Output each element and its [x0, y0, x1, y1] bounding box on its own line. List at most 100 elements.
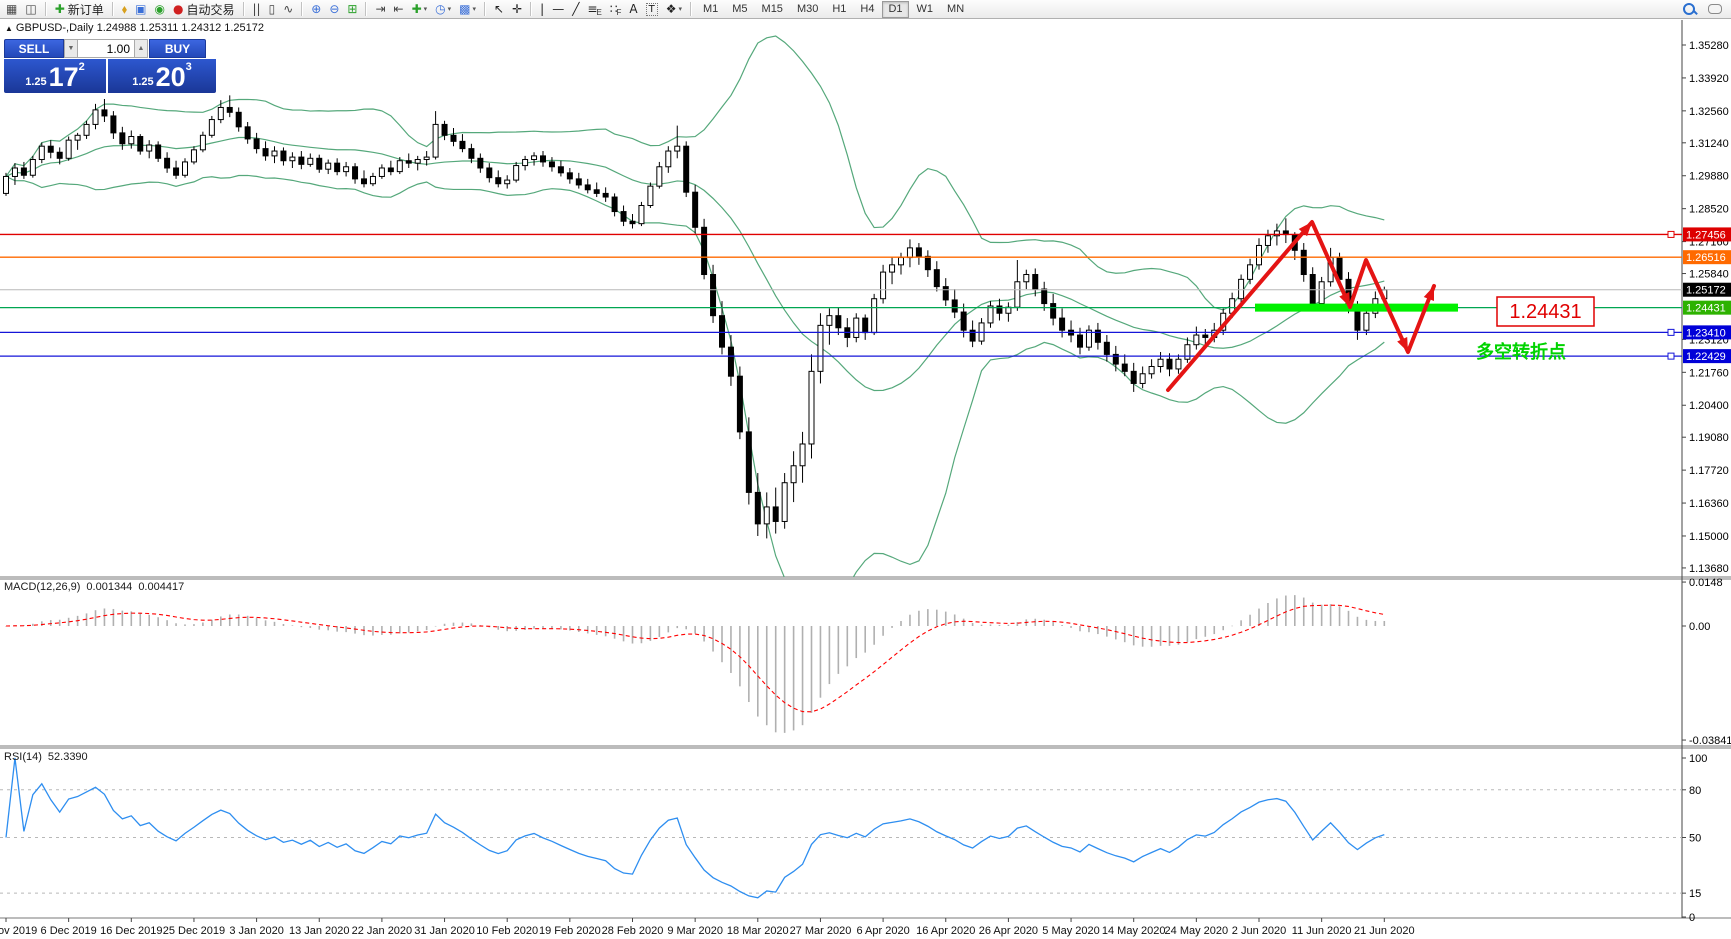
- candle-bear: [486, 167, 493, 179]
- macd-panel: [5, 595, 1386, 733]
- macd-histogram-bar: [416, 626, 419, 632]
- macd-histogram-bar: [237, 614, 240, 626]
- candle-bear: [719, 315, 725, 348]
- macd-histogram-bar: [372, 626, 374, 636]
- candle-bear: [459, 140, 466, 150]
- price-tick-label: 1.31240: [1689, 138, 1729, 150]
- volume-decrease-button[interactable]: ▼: [64, 39, 78, 58]
- candle-bull: [1157, 358, 1164, 368]
- price-axis[interactable]: 1.35280 1.33920 1.32560 1.31240 1.29880 1.285…: [1682, 40, 1731, 575]
- rsi-axis: 100 80 50 15 0: [1682, 753, 1707, 924]
- macd-histogram-bar: [1320, 604, 1323, 626]
- candle-bear: [754, 491, 761, 525]
- macd-histogram-bar: [1070, 626, 1072, 628]
- candle-bull: [190, 149, 197, 163]
- price-tick-label: 1.35280: [1689, 40, 1729, 52]
- macd-histogram-bar: [1338, 606, 1341, 626]
- macd-histogram-bar: [425, 626, 428, 631]
- mt4-terminal-window: { "toolbar": { "buttons": [ {"name":"new…: [0, 0, 1731, 939]
- macd-histogram-bar: [1231, 625, 1233, 627]
- macd-histogram-bar: [909, 614, 911, 626]
- date-tick-label: 3 Jan 2020: [229, 925, 283, 937]
- macd-histogram-bar: [855, 626, 858, 659]
- macd-histogram-bar: [1365, 619, 1368, 626]
- candle-bear: [1300, 249, 1307, 276]
- buy-price[interactable]: 1.25 20 3: [108, 59, 216, 93]
- macd-histogram-bar: [139, 613, 142, 626]
- macd-histogram-bar: [694, 626, 696, 634]
- candle-bull: [92, 109, 99, 125]
- candle-bear: [253, 138, 260, 150]
- candle-bear: [137, 136, 144, 152]
- volume-input[interactable]: 1.00: [78, 39, 134, 58]
- price-tick-label: 1.21760: [1689, 367, 1729, 379]
- macd-histogram-bar: [148, 614, 150, 626]
- buy-button[interactable]: BUY: [149, 39, 206, 58]
- date-tick-label: 5 May 2020: [1042, 925, 1099, 937]
- rsi-panel: [0, 757, 1682, 899]
- candle-bear: [1121, 363, 1128, 372]
- price-tick-label: 1.19080: [1689, 432, 1729, 444]
- date-tick-label: 16 Dec 2019: [100, 925, 162, 937]
- macd-histogram-bar: [202, 622, 204, 626]
- macd-histogram-bar: [452, 622, 455, 626]
- candle-bull: [987, 305, 994, 324]
- macd-histogram-bar: [1043, 619, 1045, 626]
- macd-histogram-bar: [819, 626, 822, 698]
- candle-bear: [101, 109, 108, 117]
- macd-histogram-bar: [1213, 626, 1216, 635]
- candle-bear: [352, 166, 359, 180]
- sell-button[interactable]: SELL: [4, 39, 64, 58]
- sell-price[interactable]: 1.25 17 2: [4, 59, 106, 93]
- macd-histogram-bar: [175, 623, 177, 626]
- level-handle[interactable]: [1667, 230, 1675, 238]
- date-axis[interactable]: 27 Nov 2019 6 Dec 201916 Dec 201925 Dec 2…: [0, 918, 1415, 937]
- candle-bear: [405, 160, 412, 164]
- macd-histogram-bar: [971, 623, 974, 626]
- price-callout[interactable]: 1.24431: [1496, 296, 1595, 327]
- price-tick-label: 1.29880: [1689, 171, 1729, 183]
- candle-bull: [799, 443, 806, 467]
- candle-bear: [951, 299, 958, 313]
- macd-histogram-bar: [748, 626, 750, 703]
- candle-bear: [602, 192, 609, 198]
- candle-bear: [745, 431, 752, 493]
- macd-histogram-bar: [1195, 626, 1198, 640]
- macd-histogram-bar: [1240, 620, 1242, 626]
- macd-histogram-bar: [962, 618, 965, 626]
- bollinger-lower-band: [5, 174, 1385, 577]
- candle-bull: [674, 145, 681, 152]
- macd-histogram-bar: [712, 626, 714, 652]
- candle-bull: [83, 123, 90, 136]
- candle-bull: [307, 157, 314, 165]
- macd-histogram-bar: [1186, 626, 1189, 643]
- candle-bear: [1202, 334, 1209, 338]
- volume-increase-button[interactable]: ▲: [134, 39, 148, 58]
- macd-histogram-bar: [891, 626, 893, 628]
- candle-bull: [423, 156, 430, 161]
- turning-point-note[interactable]: 多空转折点: [1476, 341, 1566, 362]
- candle-bull: [325, 162, 332, 170]
- macd-histogram-bar: [407, 626, 410, 633]
- macd-tick-label: 0.00: [1689, 621, 1710, 633]
- date-tick-label: 13 Jan 2020: [289, 925, 350, 937]
- level-handle[interactable]: [1667, 328, 1675, 336]
- level-axis-label: 1.22429: [1686, 351, 1726, 363]
- macd-histogram-bar: [783, 626, 786, 733]
- date-tick-label: 19 Feb 2020: [539, 925, 601, 937]
- level-handle[interactable]: [1667, 352, 1675, 360]
- candle-bull: [871, 298, 878, 334]
- macd-histogram-bar: [810, 626, 813, 713]
- price-tick-label: 1.16360: [1689, 498, 1729, 510]
- level-axis-label: 1.27456: [1686, 229, 1726, 241]
- macd-histogram-bar: [828, 626, 831, 685]
- macd-histogram-bar: [282, 624, 285, 626]
- macd-histogram-bar: [1159, 626, 1162, 646]
- candle-bull: [513, 165, 520, 181]
- candle-bear: [692, 191, 699, 228]
- macd-tick-label: -0.038415: [1689, 735, 1731, 747]
- chart-canvas[interactable]: 1.24431 多空转折点 1.35280 1.33920 1.32560 1.31240…: [0, 0, 1731, 939]
- macd-histogram-bar: [864, 626, 866, 653]
- macd-histogram-bar: [184, 624, 186, 626]
- macd-histogram-bar: [792, 626, 795, 731]
